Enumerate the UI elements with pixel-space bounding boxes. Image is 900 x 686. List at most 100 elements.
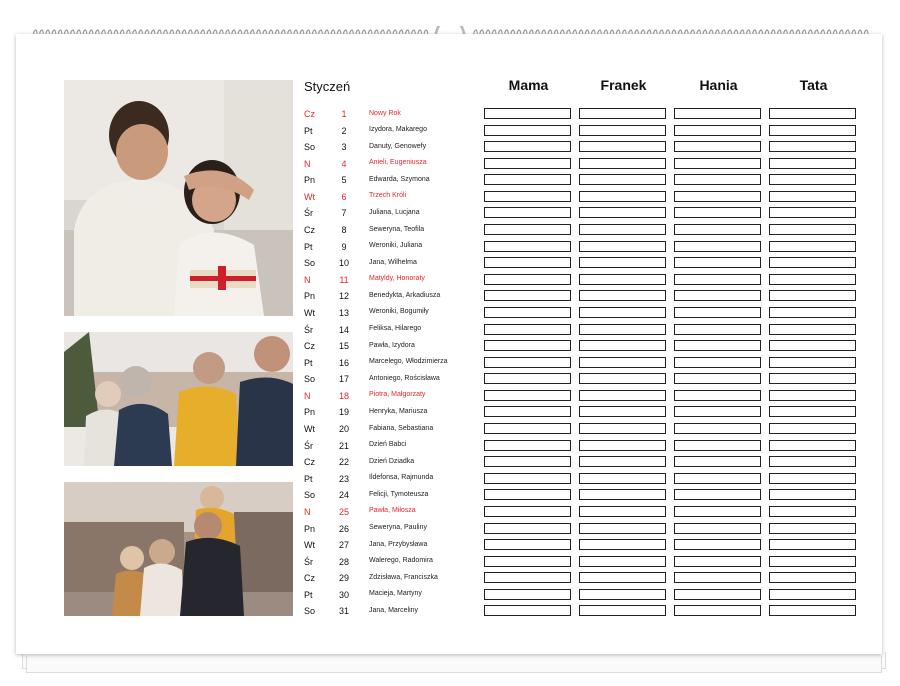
entry-box-mama[interactable] [484, 124, 571, 136]
entry-box-mama[interactable] [484, 439, 571, 451]
entry-box-franek[interactable] [579, 108, 666, 119]
entry-box-hania[interactable] [674, 439, 761, 451]
entry-box-mama[interactable] [484, 472, 571, 484]
entry-box-tata[interactable] [769, 373, 856, 385]
entry-box-hania[interactable] [674, 539, 761, 551]
entry-box-mama[interactable] [484, 323, 571, 335]
entry-box-mama[interactable] [484, 406, 571, 418]
entry-box-tata[interactable] [769, 141, 856, 153]
entry-box-hania[interactable] [674, 389, 761, 401]
entry-box-mama[interactable] [484, 306, 571, 318]
entry-box-hania[interactable] [674, 257, 761, 269]
entry-box-tata[interactable] [769, 439, 856, 451]
entry-box-franek[interactable] [579, 522, 666, 534]
entry-box-franek[interactable] [579, 389, 666, 401]
entry-box-tata[interactable] [769, 290, 856, 302]
entry-box-mama[interactable] [484, 340, 571, 352]
entry-box-tata[interactable] [769, 306, 856, 318]
entry-box-mama[interactable] [484, 157, 571, 169]
entry-box-tata[interactable] [769, 588, 856, 600]
entry-box-hania[interactable] [674, 240, 761, 252]
entry-box-tata[interactable] [769, 174, 856, 186]
entry-box-franek[interactable] [579, 456, 666, 468]
entry-box-tata[interactable] [769, 323, 856, 335]
entry-box-mama[interactable] [484, 555, 571, 567]
entry-box-franek[interactable] [579, 406, 666, 418]
entry-box-mama[interactable] [484, 108, 571, 119]
entry-box-hania[interactable] [674, 555, 761, 567]
entry-box-hania[interactable] [674, 157, 761, 169]
entry-box-hania[interactable] [674, 108, 761, 119]
entry-box-tata[interactable] [769, 605, 856, 617]
entry-box-franek[interactable] [579, 489, 666, 501]
entry-box-mama[interactable] [484, 605, 571, 617]
entry-box-franek[interactable] [579, 157, 666, 169]
entry-box-hania[interactable] [674, 273, 761, 285]
entry-box-tata[interactable] [769, 456, 856, 468]
entry-box-hania[interactable] [674, 489, 761, 501]
entry-box-mama[interactable] [484, 174, 571, 186]
entry-box-hania[interactable] [674, 356, 761, 368]
entry-box-franek[interactable] [579, 124, 666, 136]
entry-box-mama[interactable] [484, 190, 571, 202]
entry-box-franek[interactable] [579, 588, 666, 600]
entry-box-tata[interactable] [769, 505, 856, 517]
entry-box-franek[interactable] [579, 472, 666, 484]
entry-box-franek[interactable] [579, 190, 666, 202]
entry-box-tata[interactable] [769, 257, 856, 269]
entry-box-franek[interactable] [579, 323, 666, 335]
entry-box-hania[interactable] [674, 224, 761, 236]
entry-box-tata[interactable] [769, 240, 856, 252]
entry-box-tata[interactable] [769, 124, 856, 136]
entry-box-tata[interactable] [769, 340, 856, 352]
entry-box-mama[interactable] [484, 356, 571, 368]
entry-box-franek[interactable] [579, 340, 666, 352]
entry-box-tata[interactable] [769, 207, 856, 219]
entry-box-tata[interactable] [769, 489, 856, 501]
entry-box-mama[interactable] [484, 290, 571, 302]
entry-box-franek[interactable] [579, 605, 666, 617]
entry-box-mama[interactable] [484, 389, 571, 401]
entry-box-mama[interactable] [484, 224, 571, 236]
entry-box-hania[interactable] [674, 423, 761, 435]
entry-box-hania[interactable] [674, 588, 761, 600]
entry-box-mama[interactable] [484, 207, 571, 219]
entry-box-tata[interactable] [769, 356, 856, 368]
entry-box-tata[interactable] [769, 273, 856, 285]
entry-box-franek[interactable] [579, 555, 666, 567]
entry-box-mama[interactable] [484, 240, 571, 252]
entry-box-mama[interactable] [484, 456, 571, 468]
entry-box-hania[interactable] [674, 141, 761, 153]
entry-box-hania[interactable] [674, 290, 761, 302]
entry-box-franek[interactable] [579, 257, 666, 269]
entry-box-tata[interactable] [769, 224, 856, 236]
entry-box-mama[interactable] [484, 572, 571, 584]
entry-box-franek[interactable] [579, 356, 666, 368]
entry-box-franek[interactable] [579, 539, 666, 551]
entry-box-tata[interactable] [769, 157, 856, 169]
entry-box-hania[interactable] [674, 306, 761, 318]
entry-box-mama[interactable] [484, 273, 571, 285]
entry-box-franek[interactable] [579, 240, 666, 252]
entry-box-tata[interactable] [769, 522, 856, 534]
entry-box-tata[interactable] [769, 406, 856, 418]
entry-box-franek[interactable] [579, 174, 666, 186]
entry-box-franek[interactable] [579, 306, 666, 318]
entry-box-hania[interactable] [674, 373, 761, 385]
entry-box-hania[interactable] [674, 505, 761, 517]
entry-box-franek[interactable] [579, 273, 666, 285]
entry-box-mama[interactable] [484, 373, 571, 385]
entry-box-hania[interactable] [674, 124, 761, 136]
entry-box-franek[interactable] [579, 141, 666, 153]
entry-box-franek[interactable] [579, 572, 666, 584]
entry-box-mama[interactable] [484, 489, 571, 501]
entry-box-tata[interactable] [769, 423, 856, 435]
entry-box-franek[interactable] [579, 207, 666, 219]
entry-box-franek[interactable] [579, 290, 666, 302]
entry-box-mama[interactable] [484, 257, 571, 269]
entry-box-mama[interactable] [484, 522, 571, 534]
entry-box-tata[interactable] [769, 389, 856, 401]
entry-box-hania[interactable] [674, 340, 761, 352]
entry-box-tata[interactable] [769, 108, 856, 119]
entry-box-mama[interactable] [484, 423, 571, 435]
